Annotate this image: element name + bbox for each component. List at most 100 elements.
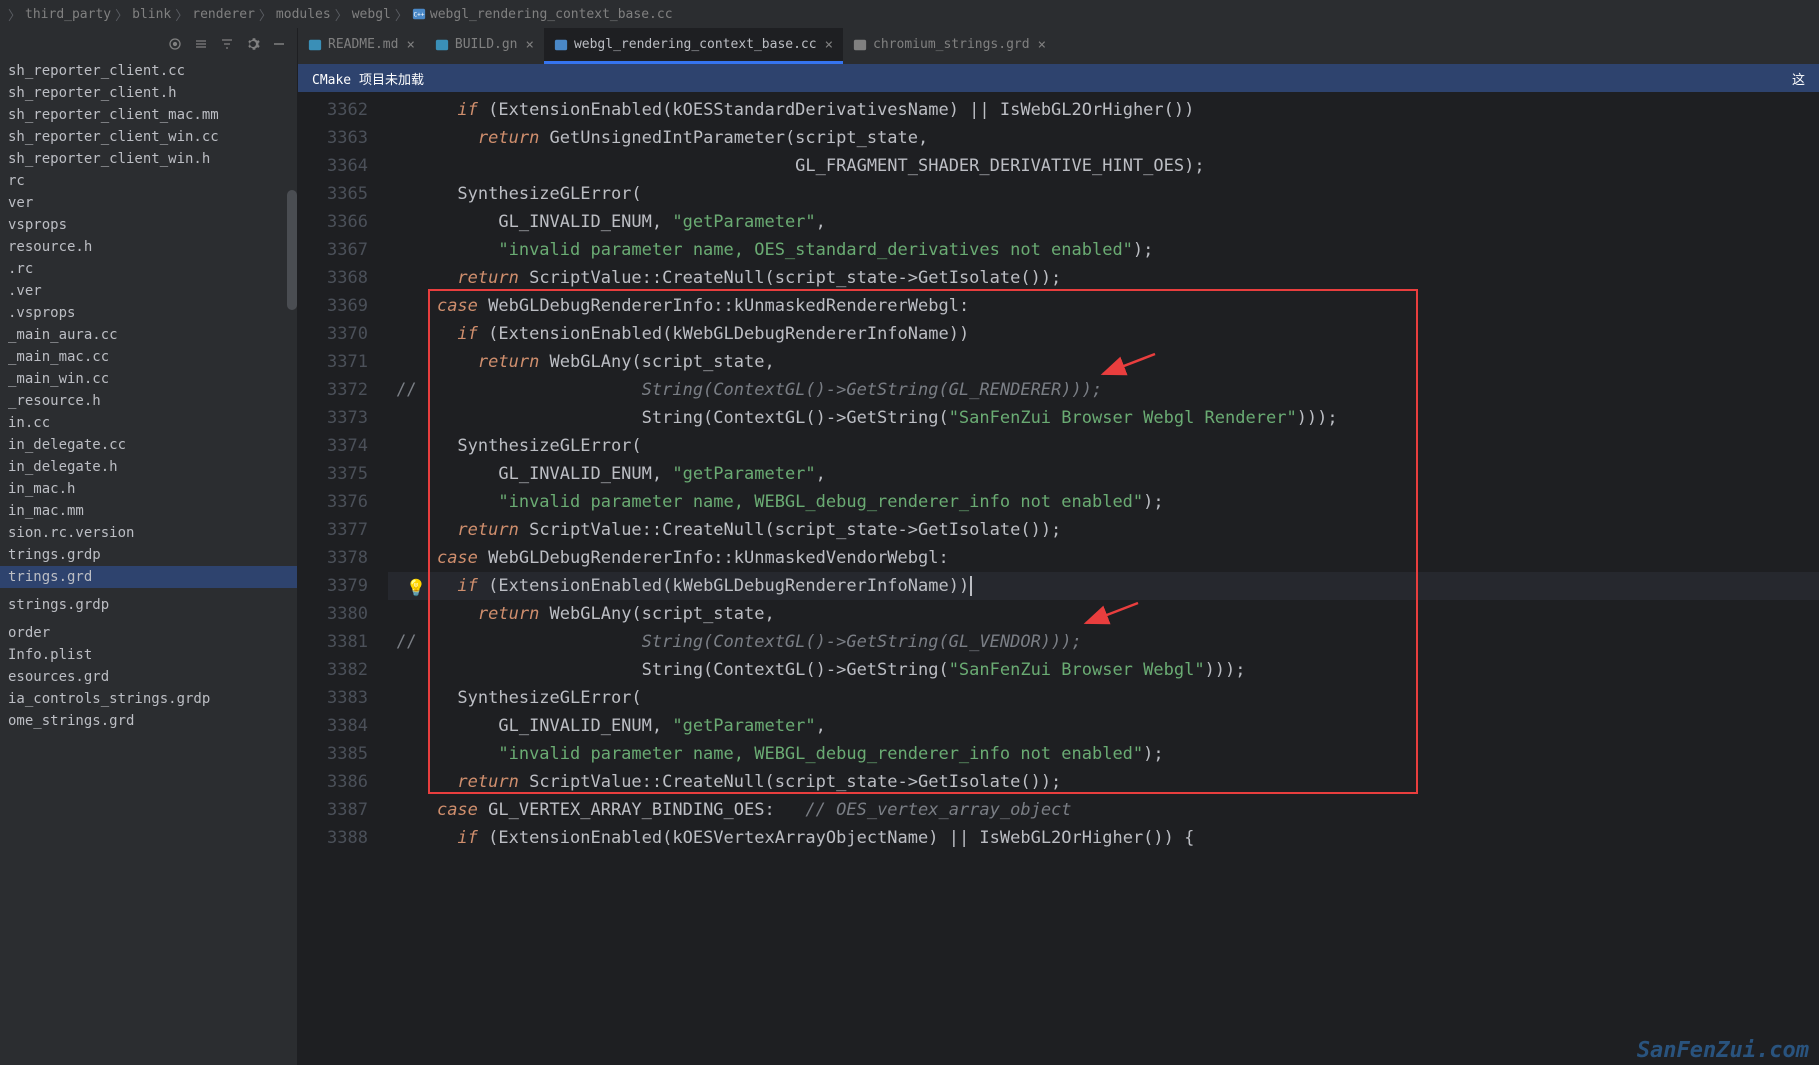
- code-line[interactable]: "invalid parameter name, WEBGL_debug_ren…: [388, 488, 1819, 516]
- gear-icon[interactable]: [245, 36, 261, 52]
- sidebar-toolbar: [0, 28, 297, 60]
- code-line[interactable]: SynthesizeGLError(: [388, 432, 1819, 460]
- line-number: 3375: [298, 460, 368, 488]
- line-number: 3373: [298, 404, 368, 432]
- tab-label: README.md: [328, 37, 398, 52]
- locate-icon[interactable]: [167, 36, 183, 52]
- line-number: 3369: [298, 292, 368, 320]
- code-line[interactable]: // String(ContextGL()->GetString(GL_VEND…: [388, 628, 1819, 656]
- editor-tab[interactable]: webgl_rendering_context_base.cc×: [544, 28, 843, 64]
- tree-item[interactable]: .ver: [0, 280, 297, 302]
- tree-item[interactable]: .rc: [0, 258, 297, 280]
- tree-item[interactable]: in_mac.h: [0, 478, 297, 500]
- tree-item[interactable]: trings.grdp: [0, 544, 297, 566]
- editor-tabs: README.md×BUILD.gn×webgl_rendering_conte…: [298, 28, 1819, 64]
- code-line[interactable]: GL_INVALID_ENUM, "getParameter",: [388, 460, 1819, 488]
- breadcrumb-item[interactable]: modules: [276, 7, 331, 22]
- tree-item[interactable]: ver: [0, 192, 297, 214]
- close-icon[interactable]: ×: [406, 37, 414, 53]
- line-number: 3387: [298, 796, 368, 824]
- code-line[interactable]: GL_FRAGMENT_SHADER_DERIVATIVE_HINT_OES);: [388, 152, 1819, 180]
- tree-item[interactable]: _resource.h: [0, 390, 297, 412]
- close-icon[interactable]: ×: [1038, 37, 1046, 53]
- tree-item[interactable]: in_mac.mm: [0, 500, 297, 522]
- code-line[interactable]: case WebGLDebugRendererInfo::kUnmaskedVe…: [388, 544, 1819, 572]
- breadcrumb-item[interactable]: third_party: [25, 7, 111, 22]
- tree-item[interactable]: Info.plist: [0, 644, 297, 666]
- tree-item[interactable]: ome_strings.grd: [0, 710, 297, 732]
- code-line[interactable]: return WebGLAny(script_state,: [388, 600, 1819, 628]
- code-line[interactable]: GL_INVALID_ENUM, "getParameter",: [388, 712, 1819, 740]
- code-line[interactable]: SynthesizeGLError(: [388, 180, 1819, 208]
- tree-item[interactable]: in_delegate.cc: [0, 434, 297, 456]
- breadcrumb-item[interactable]: blink: [132, 7, 171, 22]
- collapse-icon[interactable]: [219, 36, 235, 52]
- code-area[interactable]: 3362336333643365336633673368336933703371…: [298, 92, 1819, 1065]
- tree-item[interactable]: _main_aura.cc: [0, 324, 297, 346]
- line-number: 3368: [298, 264, 368, 292]
- code-line[interactable]: "invalid parameter name, WEBGL_debug_ren…: [388, 740, 1819, 768]
- tree-item[interactable]: sion.rc.version: [0, 522, 297, 544]
- line-number: 3365: [298, 180, 368, 208]
- line-number: 3385: [298, 740, 368, 768]
- code-content[interactable]: if (ExtensionEnabled(kOESStandardDerivat…: [388, 92, 1819, 1065]
- code-line[interactable]: return GetUnsignedIntParameter(script_st…: [388, 124, 1819, 152]
- code-line[interactable]: // String(ContextGL()->GetString(GL_REND…: [388, 376, 1819, 404]
- code-line[interactable]: return ScriptValue::CreateNull(script_st…: [388, 768, 1819, 796]
- code-line[interactable]: case GL_VERTEX_ARRAY_BINDING_OES: // OES…: [388, 796, 1819, 824]
- expand-icon[interactable]: [193, 36, 209, 52]
- code-line[interactable]: return ScriptValue::CreateNull(script_st…: [388, 516, 1819, 544]
- editor-tab[interactable]: chromium_strings.grd×: [843, 28, 1056, 64]
- tree-item[interactable]: sh_reporter_client_mac.mm: [0, 104, 297, 126]
- line-number: 3376: [298, 488, 368, 516]
- tree-item[interactable]: in.cc: [0, 412, 297, 434]
- code-line[interactable]: String(ContextGL()->GetString("SanFenZui…: [388, 404, 1819, 432]
- code-line[interactable]: case WebGLDebugRendererInfo::kUnmaskedRe…: [388, 292, 1819, 320]
- tree-item[interactable]: vsprops: [0, 214, 297, 236]
- tree-item[interactable]: order: [0, 622, 297, 644]
- notice-text: CMake 项目未加载: [312, 69, 424, 88]
- tree-item[interactable]: sh_reporter_client_win.h: [0, 148, 297, 170]
- breadcrumb-item[interactable]: webgl: [352, 7, 391, 22]
- code-line[interactable]: String(ContextGL()->GetString("SanFenZui…: [388, 656, 1819, 684]
- line-number: 3363: [298, 124, 368, 152]
- code-line[interactable]: if (ExtensionEnabled(kWebGLDebugRenderer…: [388, 320, 1819, 348]
- tree-item[interactable]: in_delegate.h: [0, 456, 297, 478]
- code-line[interactable]: SynthesizeGLError(: [388, 684, 1819, 712]
- breadcrumb-item[interactable]: renderer: [192, 7, 255, 22]
- editor-tab[interactable]: README.md ×: [298, 28, 425, 64]
- tree-item[interactable]: sh_reporter_client.cc: [0, 60, 297, 82]
- tree-item[interactable]: resource.h: [0, 236, 297, 258]
- line-gutter: 3362336333643365336633673368336933703371…: [298, 92, 388, 1065]
- intention-bulb-icon[interactable]: 💡: [406, 574, 426, 602]
- code-line[interactable]: "invalid parameter name, OES_standard_de…: [388, 236, 1819, 264]
- editor-area: README.md×BUILD.gn×webgl_rendering_conte…: [298, 28, 1819, 1065]
- tree-item[interactable]: sh_reporter_client.h: [0, 82, 297, 104]
- cmake-notice[interactable]: CMake 项目未加载 这: [298, 64, 1819, 92]
- code-line[interactable]: return WebGLAny(script_state,: [388, 348, 1819, 376]
- tree-item[interactable]: rc: [0, 170, 297, 192]
- code-line[interactable]: return ScriptValue::CreateNull(script_st…: [388, 264, 1819, 292]
- code-line[interactable]: if (ExtensionEnabled(kWebGLDebugRenderer…: [388, 572, 1819, 600]
- line-number: 3381: [298, 628, 368, 656]
- minimize-icon[interactable]: [271, 36, 287, 52]
- svg-text:C++: C++: [413, 12, 424, 19]
- tree-item[interactable]: .vsprops: [0, 302, 297, 324]
- code-line[interactable]: GL_INVALID_ENUM, "getParameter",: [388, 208, 1819, 236]
- tree-item[interactable]: _main_mac.cc: [0, 346, 297, 368]
- tree-item[interactable]: _main_win.cc: [0, 368, 297, 390]
- file-tree[interactable]: sh_reporter_client.ccsh_reporter_client.…: [0, 60, 297, 1065]
- tree-item[interactable]: strings.grdp: [0, 594, 297, 616]
- scrollbar[interactable]: [287, 190, 297, 310]
- code-line[interactable]: if (ExtensionEnabled(kOESVertexArrayObje…: [388, 824, 1819, 852]
- close-icon[interactable]: ×: [526, 37, 534, 53]
- tree-item[interactable]: sh_reporter_client_win.cc: [0, 126, 297, 148]
- code-line[interactable]: if (ExtensionEnabled(kOESStandardDerivat…: [388, 96, 1819, 124]
- line-number: 3371: [298, 348, 368, 376]
- tree-item[interactable]: ia_controls_strings.grdp: [0, 688, 297, 710]
- tree-item[interactable]: esources.grd: [0, 666, 297, 688]
- tree-item[interactable]: trings.grd: [0, 566, 297, 588]
- breadcrumb-item[interactable]: C++ webgl_rendering_context_base.cc: [412, 7, 673, 22]
- editor-tab[interactable]: BUILD.gn×: [425, 28, 544, 64]
- close-icon[interactable]: ×: [825, 37, 833, 53]
